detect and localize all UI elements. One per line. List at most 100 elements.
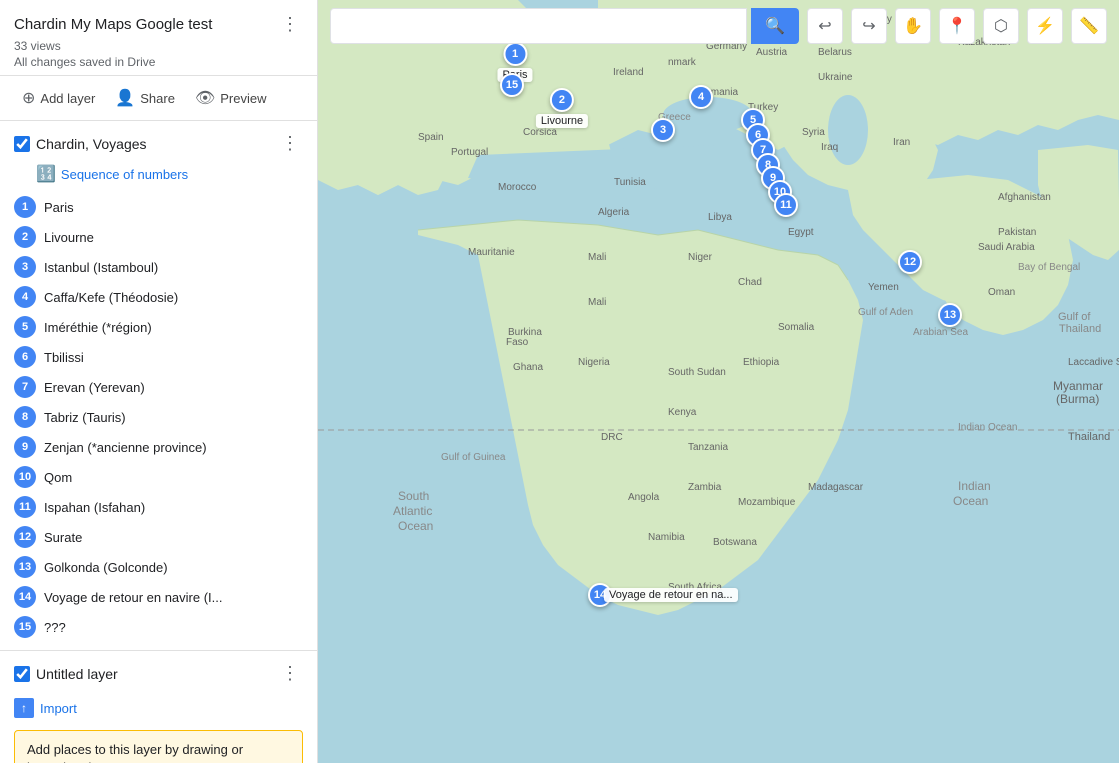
place-list: 1 Paris 2 Livourne 3 Istanbul (Istamboul… xyxy=(0,192,317,650)
place-item[interactable]: 6 Tbilissi xyxy=(0,342,317,372)
ruler-tool-button[interactable]: 📏 xyxy=(1071,8,1107,44)
search-button[interactable]: 🔍 xyxy=(751,8,799,44)
place-item[interactable]: 8 Tabriz (Tauris) xyxy=(0,402,317,432)
svg-text:DRC: DRC xyxy=(601,432,623,443)
layer2-checkbox[interactable] xyxy=(14,666,30,682)
layer2-section: Untitled layer ⋮ ↑ Import Add places to … xyxy=(0,651,317,763)
place-badge: 7 xyxy=(14,376,36,398)
svg-text:Ethiopia: Ethiopia xyxy=(743,357,780,368)
layer1-sequence[interactable]: 🔢 Sequence of numbers xyxy=(0,162,317,192)
map-area: Norway Poland Belarus Ukraine Kazakhstan… xyxy=(318,0,1119,763)
svg-text:Mauritanie: Mauritanie xyxy=(468,247,515,258)
import-button[interactable]: ↑ Import xyxy=(0,692,91,724)
map-marker[interactable]: 14Voyage de retour en na... xyxy=(588,583,612,607)
svg-text:Egypt: Egypt xyxy=(788,227,814,238)
marker-badge: 3 xyxy=(651,118,675,142)
place-item[interactable]: 4 Caffa/Kefe (Théodosie) xyxy=(0,282,317,312)
place-badge: 13 xyxy=(14,556,36,578)
svg-text:Portugal: Portugal xyxy=(451,147,488,158)
svg-text:Bay of Bengal: Bay of Bengal xyxy=(1018,262,1080,273)
redo-button[interactable]: ↪ xyxy=(851,8,887,44)
place-name: Ispahan (Isfahan) xyxy=(44,500,145,515)
map-marker[interactable]: 3 xyxy=(651,118,675,142)
shape-tool-button[interactable]: ⬡ xyxy=(983,8,1019,44)
place-item[interactable]: 15 ??? xyxy=(0,612,317,642)
layer2-title: Untitled layer xyxy=(36,666,271,682)
svg-text:South: South xyxy=(398,489,429,503)
place-item[interactable]: 2 Livourne xyxy=(0,222,317,252)
svg-text:Afghanistan: Afghanistan xyxy=(998,192,1051,203)
layer2-more-options-button[interactable]: ⋮ xyxy=(277,661,303,686)
svg-text:Mali: Mali xyxy=(588,252,606,263)
map-marker[interactable]: 15 xyxy=(500,73,524,97)
svg-text:(Burma): (Burma) xyxy=(1056,392,1099,406)
place-item[interactable]: 3 Istanbul (Istamboul) xyxy=(0,252,317,282)
place-badge: 3 xyxy=(14,256,36,278)
svg-text:Faso: Faso xyxy=(506,337,529,348)
share-icon: 👤 xyxy=(115,88,135,108)
filter-tool-button[interactable]: ⚡ xyxy=(1027,8,1063,44)
layer1-checkbox[interactable] xyxy=(14,136,30,152)
place-item[interactable]: 9 Zenjan (*ancienne province) xyxy=(0,432,317,462)
place-item[interactable]: 5 Iméréthie (*région) xyxy=(0,312,317,342)
marker-badge: 12 xyxy=(898,250,922,274)
svg-text:Chad: Chad xyxy=(738,277,762,288)
map-marker[interactable]: 2Livourne xyxy=(536,88,588,128)
undo-button[interactable]: ↩ xyxy=(807,8,843,44)
svg-text:Gulf of Guinea: Gulf of Guinea xyxy=(441,452,506,463)
layer1-section: Chardin, Voyages ⋮ 🔢 Sequence of numbers… xyxy=(0,121,317,651)
svg-text:Spain: Spain xyxy=(418,132,444,143)
layer1-title: Chardin, Voyages xyxy=(36,136,271,152)
preview-button[interactable]: 👁 Preview xyxy=(187,84,275,112)
pin-tool-button[interactable]: 📍 xyxy=(939,8,975,44)
svg-text:South Sudan: South Sudan xyxy=(668,367,726,378)
place-name: Surate xyxy=(44,530,82,545)
add-layer-icon: ⊕ xyxy=(22,88,35,108)
place-item[interactable]: 10 Qom xyxy=(0,462,317,492)
place-badge: 14 xyxy=(14,586,36,608)
place-item[interactable]: 14 Voyage de retour en navire (I... xyxy=(0,582,317,612)
marker-badge: 15 xyxy=(500,73,524,97)
add-layer-button[interactable]: ⊕ Add layer xyxy=(14,84,103,112)
place-item[interactable]: 7 Erevan (Yerevan) xyxy=(0,372,317,402)
svg-text:Indian Ocean: Indian Ocean xyxy=(958,422,1018,433)
map-marker[interactable]: 11 xyxy=(774,193,798,217)
layer1-more-options-button[interactable]: ⋮ xyxy=(277,131,303,156)
svg-text:Ukraine: Ukraine xyxy=(818,72,853,83)
svg-text:Zambia: Zambia xyxy=(688,482,722,493)
layer2-header: Untitled layer ⋮ xyxy=(0,651,317,692)
map-marker[interactable]: 12 xyxy=(898,250,922,274)
views-count: 33 views xyxy=(14,39,303,53)
svg-text:Iran: Iran xyxy=(893,137,910,148)
map-marker[interactable]: 4 xyxy=(689,85,713,109)
map-more-options-button[interactable]: ⋮ xyxy=(277,12,303,37)
place-badge: 15 xyxy=(14,616,36,638)
svg-text:Tanzania: Tanzania xyxy=(688,442,728,453)
search-icon: 🔍 xyxy=(765,16,785,36)
svg-text:Madagascar: Madagascar xyxy=(808,482,864,493)
place-badge: 4 xyxy=(14,286,36,308)
share-button[interactable]: 👤 Share xyxy=(107,84,183,112)
svg-text:Kenya: Kenya xyxy=(668,407,697,418)
place-item[interactable]: 1 Paris xyxy=(0,192,317,222)
place-item[interactable]: 12 Surate xyxy=(0,522,317,552)
marker-badge: 13 xyxy=(938,303,962,327)
map-marker[interactable]: 13 xyxy=(938,303,962,327)
hand-tool-button[interactable]: ✋ xyxy=(895,8,931,44)
marker-badge: 11 xyxy=(774,193,798,217)
svg-text:Oman: Oman xyxy=(988,287,1015,298)
svg-text:Ocean: Ocean xyxy=(953,494,988,508)
svg-text:Gulf of Aden: Gulf of Aden xyxy=(858,307,913,318)
place-item[interactable]: 13 Golkonda (Golconde) xyxy=(0,552,317,582)
place-name: Voyage de retour en navire (I... xyxy=(44,590,223,605)
svg-text:Myanmar: Myanmar xyxy=(1053,379,1103,393)
svg-text:Laccadive Sea: Laccadive Sea xyxy=(1068,357,1119,368)
import-icon: ↑ xyxy=(14,698,34,718)
svg-text:Syria: Syria xyxy=(802,127,825,138)
place-name: Erevan (Yerevan) xyxy=(44,380,145,395)
sidebar: Chardin My Maps Google test ⋮ 33 views A… xyxy=(0,0,318,763)
search-input[interactable] xyxy=(330,8,747,44)
add-places-box: Add places to this layer by drawing or i… xyxy=(14,730,303,763)
place-badge: 6 xyxy=(14,346,36,368)
place-item[interactable]: 11 Ispahan (Isfahan) xyxy=(0,492,317,522)
